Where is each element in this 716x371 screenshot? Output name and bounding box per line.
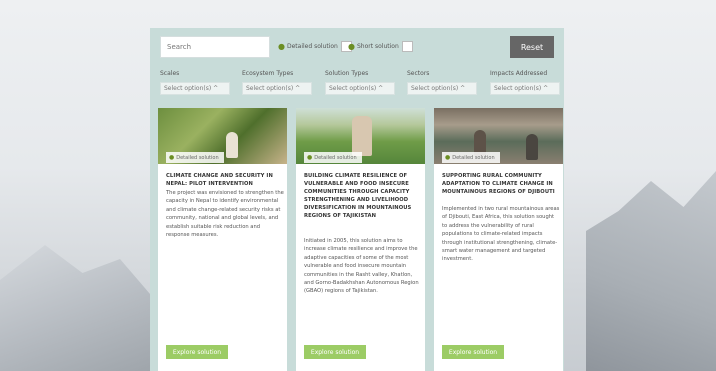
filter-solution-types: Solution Types Select option(s) ^ [325, 70, 395, 95]
sectors-select[interactable]: Select option(s) ^ [407, 82, 477, 95]
solution-description: Implemented in two rural mountainous are… [442, 206, 560, 263]
solution-title: Climate change and security in Nepal: Pi… [166, 173, 273, 187]
lightbulb-icon: ● [307, 154, 313, 161]
explore-solution-button[interactable]: Explore solution [166, 345, 228, 359]
filter-label: Scales [160, 70, 180, 77]
lightbulb-icon: ● [348, 42, 355, 51]
solution-card[interactable]: ● Detailed solution Climate change and s… [158, 108, 287, 371]
explore-solution-button[interactable]: Explore solution [304, 345, 366, 359]
person-figure [352, 116, 372, 156]
solution-description: The project was envisioned to strengthen… [166, 190, 284, 239]
detailed-solution-label: Detailed solution [286, 43, 338, 50]
solution-title: Supporting rural community adaptation to… [442, 173, 555, 195]
search-input[interactable] [160, 36, 270, 58]
lightbulb-icon: ● [445, 154, 451, 161]
reset-button[interactable]: Reset [510, 36, 554, 58]
ecosystem-types-select[interactable]: Select option(s) ^ [242, 82, 312, 95]
solution-type-badge: ● Detailed solution [442, 152, 500, 163]
detailed-solution-filter: ● Detailed solution [278, 41, 352, 52]
filter-label: Ecosystem Types [242, 70, 294, 77]
solution-types-select[interactable]: Select option(s) ^ [325, 82, 395, 95]
filter-bar: Scales Select option(s) ^ Ecosystem Type… [160, 70, 560, 98]
solution-card[interactable]: ● Detailed solution Supporting rural com… [434, 108, 563, 371]
person-figure [526, 134, 538, 160]
solutions-panel: ● Detailed solution ● Short solution Res… [150, 28, 564, 371]
filter-scales: Scales Select option(s) ^ [160, 70, 230, 95]
background-mountain-right [586, 171, 716, 371]
filter-label: Sectors [407, 70, 430, 77]
filter-sectors: Sectors Select option(s) ^ [407, 70, 477, 95]
short-solution-filter: ● Short solution [348, 41, 413, 52]
solution-type-badge: ● Detailed solution [166, 152, 224, 163]
filter-label: Solution Types [325, 70, 369, 77]
scales-select[interactable]: Select option(s) ^ [160, 82, 230, 95]
lightbulb-icon: ● [169, 154, 175, 161]
short-solution-checkbox[interactable] [401, 41, 413, 52]
lightbulb-icon: ● [278, 42, 285, 51]
solution-card[interactable]: ● Detailed solution Building climate res… [296, 108, 425, 371]
filter-label: Impacts Addressed [490, 70, 548, 77]
solution-type-badge: ● Detailed solution [304, 152, 362, 163]
filter-impacts-addressed: Impacts Addressed Select option(s) ^ [490, 70, 560, 95]
solution-description: Initiated in 2005, this solution aims to… [304, 238, 419, 295]
solution-title: Building climate resilience of vulnerabl… [304, 173, 412, 219]
short-solution-label: Short solution [356, 43, 399, 50]
impacts-addressed-select[interactable]: Select option(s) ^ [490, 82, 560, 95]
person-figure [226, 132, 238, 158]
filter-ecosystem-types: Ecosystem Types Select option(s) ^ [242, 70, 312, 95]
explore-solution-button[interactable]: Explore solution [442, 345, 504, 359]
background-mountain-left [0, 245, 150, 371]
toolbar: ● Detailed solution ● Short solution Res… [160, 36, 554, 58]
